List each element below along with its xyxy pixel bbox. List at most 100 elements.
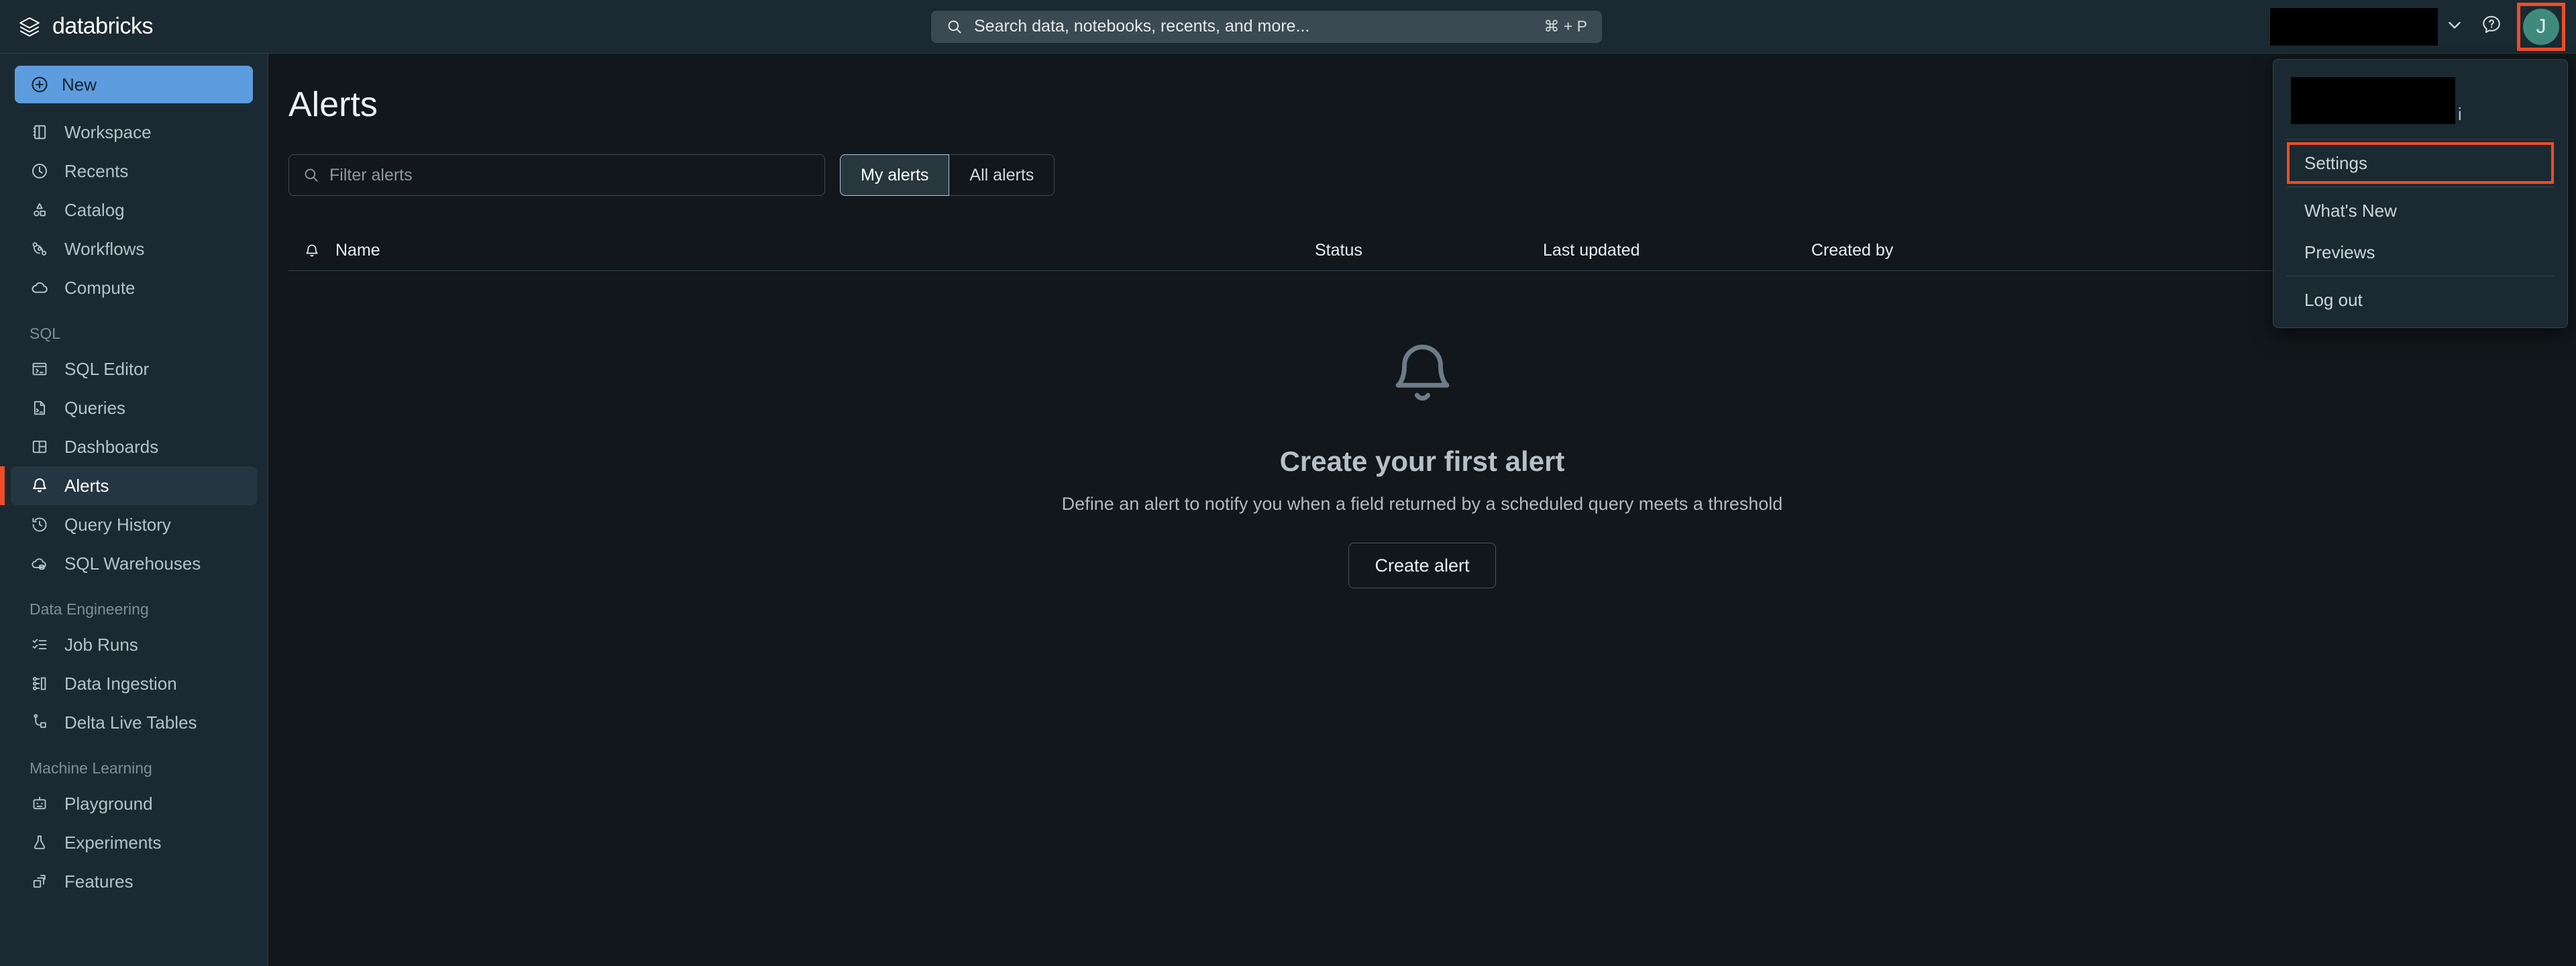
sidebar-item-label: Experiments [64, 832, 162, 853]
sidebar-item-label: Data Ingestion [64, 673, 177, 694]
column-header-status[interactable]: Status [1315, 241, 1543, 260]
user-email-tail: i [2458, 104, 2462, 125]
sidebar-item-data-ingestion[interactable]: Data Ingestion [11, 664, 257, 703]
sidebar-item-label: Job Runs [64, 634, 138, 655]
brand[interactable]: databricks [0, 0, 268, 54]
brand-name: databricks [52, 13, 153, 39]
sidebar-item-job-runs[interactable]: Job Runs [11, 625, 257, 664]
empty-state-title: Create your first alert [1279, 445, 1565, 477]
main-content: Alerts Filter alerts My alerts All alert… [268, 54, 2576, 966]
features-stack-icon [30, 871, 50, 892]
new-button[interactable]: New [15, 66, 253, 103]
menu-divider [2287, 139, 2554, 140]
cloud-icon [30, 278, 50, 298]
workspace-name-redacted [2270, 7, 2438, 46]
menu-item-whats-new[interactable]: What's New [2287, 190, 2554, 231]
sidebar-item-dashboards[interactable]: Dashboards [11, 427, 257, 466]
column-header-name[interactable]: Name [335, 241, 1315, 260]
catalog-shapes-icon [30, 200, 50, 220]
sidebar-item-workspace[interactable]: Workspace [11, 113, 257, 152]
clock-icon [30, 161, 50, 181]
tab-all-alerts[interactable]: All alerts [949, 154, 1055, 196]
sidebar-item-label: Workspace [64, 121, 152, 142]
sidebar-item-query-history[interactable]: Query History [11, 505, 257, 544]
topbar-right: J [2265, 2, 2576, 51]
alerts-toolbar: Filter alerts My alerts All alerts [268, 125, 2576, 196]
page-title: Alerts [288, 85, 378, 124]
databricks-logo-icon [17, 15, 42, 39]
alerts-table-header: Name Status Last updated Created by [288, 231, 2556, 271]
plus-circle-icon [30, 74, 50, 95]
alerts-scope-toggle: My alerts All alerts [840, 154, 1055, 196]
top-bar: databricks Search data, notebooks, recen… [0, 0, 2576, 54]
sidebar-item-label: Delta Live Tables [64, 712, 197, 733]
empty-state: Create your first alert Define an alert … [268, 335, 2576, 588]
history-clock-icon [30, 515, 50, 535]
help-button[interactable] [2470, 5, 2513, 48]
global-search-placeholder: Search data, notebooks, recents, and mor… [974, 17, 1310, 36]
sidebar: New Workspace Recents Catalog Workflows … [0, 54, 268, 966]
sidebar-group-label-machine-learning: Machine Learning [30, 759, 152, 777]
flask-icon [30, 833, 50, 853]
sidebar-item-label: Playground [64, 793, 153, 814]
sidebar-item-catalog[interactable]: Catalog [11, 191, 257, 229]
sidebar-item-label: Queries [64, 397, 126, 418]
menu-item-log-out[interactable]: Log out [2287, 279, 2554, 321]
sidebar-item-queries[interactable]: Queries [11, 388, 257, 427]
global-search-input[interactable]: Search data, notebooks, recents, and mor… [931, 10, 1602, 43]
help-circle-icon [2480, 13, 2503, 40]
chevron-down-icon [2445, 15, 2465, 38]
sidebar-item-playground[interactable]: Playground [11, 784, 257, 823]
delta-live-tables-icon [30, 712, 50, 733]
sidebar-item-label: Query History [64, 514, 171, 535]
menu-item-previews[interactable]: Previews [2287, 231, 2554, 273]
sidebar-item-delta-live-tables[interactable]: Delta Live Tables [11, 703, 257, 742]
robot-icon [30, 794, 50, 814]
search-icon [946, 18, 963, 36]
search-shortcut: ⌘ + P [1544, 17, 1587, 35]
sidebar-item-compute[interactable]: Compute [11, 268, 257, 307]
sidebar-group-label-data-engineering: Data Engineering [30, 600, 149, 618]
sidebar-item-workflows[interactable]: Workflows [11, 229, 257, 268]
user-menu-dropdown: i Settings What's New Previews Log out [2273, 59, 2568, 328]
sidebar-item-label: Recents [64, 160, 129, 181]
sql-editor-icon [30, 359, 50, 379]
new-button-label: New [62, 74, 97, 95]
tab-my-alerts[interactable]: My alerts [840, 154, 950, 196]
workflows-icon [30, 239, 50, 259]
empty-state-subtitle: Define an alert to notify you when a fie… [1061, 494, 1783, 514]
menu-divider [2287, 186, 2554, 187]
user-email-redacted [2291, 77, 2455, 124]
sidebar-group-label-sql: SQL [30, 325, 61, 342]
bell-icon [30, 476, 50, 496]
dashboard-grid-icon [30, 437, 50, 457]
user-avatar-button[interactable]: J [2517, 2, 2565, 51]
user-account-info: i [2273, 66, 2567, 136]
bell-icon [1384, 335, 1461, 416]
create-alert-button[interactable]: Create alert [1348, 543, 1496, 588]
sidebar-item-alerts[interactable]: Alerts [0, 466, 257, 505]
menu-item-settings[interactable]: Settings [2287, 142, 2554, 184]
column-header-created-by[interactable]: Created by [1811, 241, 2080, 260]
search-icon [303, 166, 320, 184]
sidebar-item-label: Alerts [64, 475, 109, 496]
filter-alerts-input[interactable]: Filter alerts [288, 154, 825, 196]
sidebar-item-features[interactable]: Features [11, 862, 257, 901]
query-file-icon [30, 398, 50, 418]
sidebar-item-label: Catalog [64, 199, 125, 220]
sidebar-item-sql-warehouses[interactable]: SQL Warehouses [11, 544, 257, 583]
topbar-center: Search data, notebooks, recents, and mor… [268, 10, 2265, 43]
sidebar-item-sql-editor[interactable]: SQL Editor [11, 350, 257, 388]
checklist-icon [30, 635, 50, 655]
sidebar-item-label: SQL Warehouses [64, 553, 201, 574]
sidebar-item-experiments[interactable]: Experiments [11, 823, 257, 862]
sidebar-item-label: SQL Editor [64, 358, 150, 379]
filter-alerts-placeholder: Filter alerts [329, 165, 413, 184]
sidebar-item-label: Compute [64, 277, 136, 298]
column-header-last-updated[interactable]: Last updated [1543, 241, 1811, 260]
sidebar-item-recents[interactable]: Recents [11, 152, 257, 191]
workspace-icon [30, 122, 50, 142]
sidebar-item-label: Dashboards [64, 436, 159, 457]
workspace-switcher[interactable] [2265, 7, 2470, 46]
data-ingestion-icon [30, 674, 50, 694]
